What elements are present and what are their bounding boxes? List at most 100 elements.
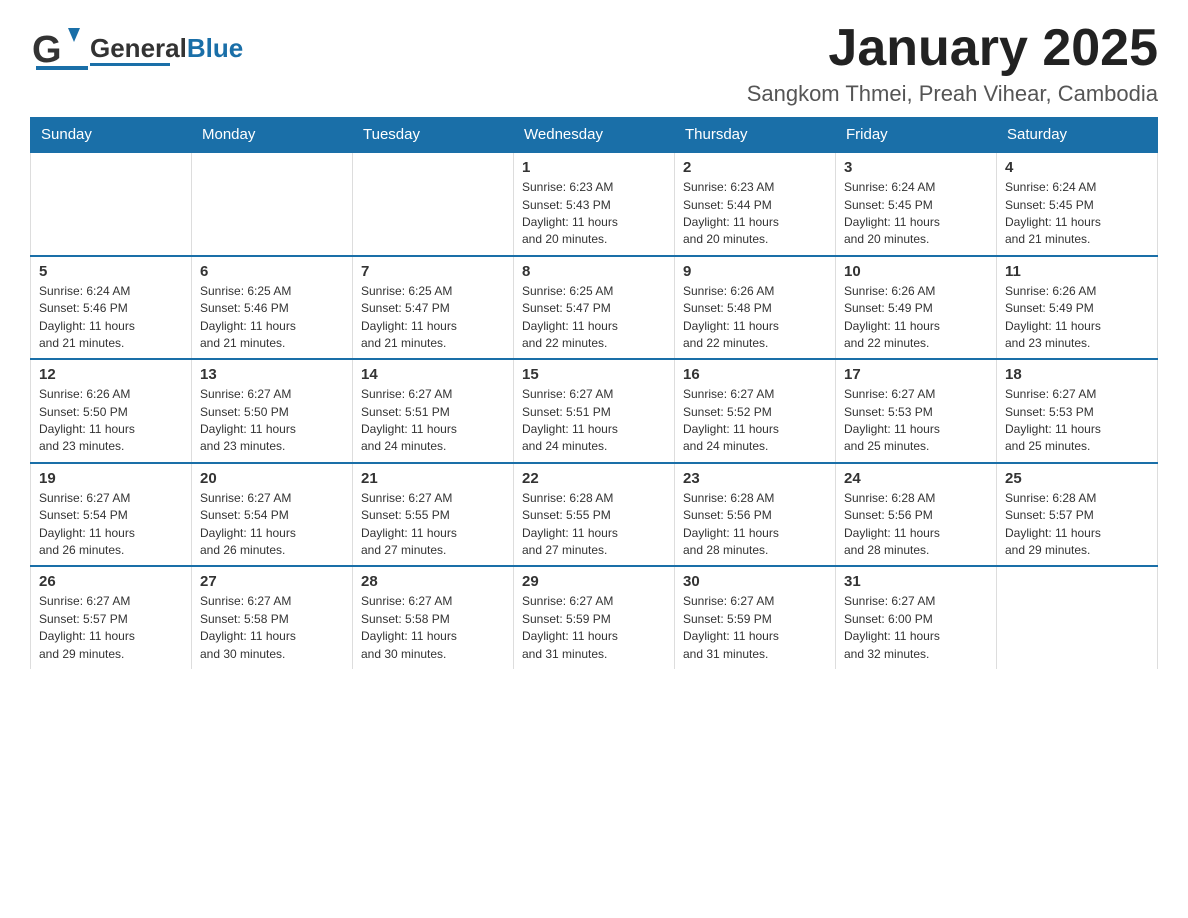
calendar-header-row: Sunday Monday Tuesday Wednesday Thursday… — [31, 118, 1158, 153]
table-row — [31, 152, 192, 256]
day-info: Sunrise: 6:26 AMSunset: 5:50 PMDaylight:… — [39, 386, 183, 456]
table-row: 20 Sunrise: 6:27 AMSunset: 5:54 PMDayligh… — [192, 463, 353, 567]
calendar-table: Sunday Monday Tuesday Wednesday Thursday… — [30, 117, 1158, 669]
day-info: Sunrise: 6:27 AMSunset: 5:54 PMDaylight:… — [200, 490, 344, 560]
day-info: Sunrise: 6:27 AMSunset: 5:59 PMDaylight:… — [683, 593, 827, 663]
table-row: 8Sunrise: 6:25 AMSunset: 5:47 PMDaylight… — [514, 256, 675, 360]
logo-text-block: GeneralBlue — [90, 34, 243, 66]
table-row: 29 Sunrise: 6:27 AMSunset: 5:59 PMDayligh… — [514, 566, 675, 669]
table-row: 15 Sunrise: 6:27 AMSunset: 5:51 PMDayligh… — [514, 359, 675, 463]
day-number: 4 — [1005, 159, 1149, 176]
table-row: 23 Sunrise: 6:28 AMSunset: 5:56 PMDayligh… — [675, 463, 836, 567]
svg-text:G: G — [32, 29, 62, 71]
day-number: 25 — [1005, 470, 1149, 487]
day-info: Sunrise: 6:24 AMSunset: 5:45 PMDaylight:… — [1005, 179, 1149, 249]
table-row: 5Sunrise: 6:24 AMSunset: 5:46 PMDaylight… — [31, 256, 192, 360]
table-row: 16Sunrise: 6:27 AMSunset: 5:52 PMDayligh… — [675, 359, 836, 463]
table-row: 12 Sunrise: 6:26 AMSunset: 5:50 PMDayligh… — [31, 359, 192, 463]
day-number: 7 — [361, 263, 505, 280]
table-row: 11 Sunrise: 6:26 AMSunset: 5:49 PMDayligh… — [997, 256, 1158, 360]
day-info: Sunrise: 6:27 AMSunset: 6:00 PMDaylight:… — [844, 593, 988, 663]
calendar-week-row: 1Sunrise: 6:23 AMSunset: 5:43 PMDaylight… — [31, 152, 1158, 256]
day-info: Sunrise: 6:26 AMSunset: 5:48 PMDaylight:… — [683, 283, 827, 353]
day-number: 20 — [200, 470, 344, 487]
logo-blue-text: Blue — [187, 33, 243, 63]
location-subtitle: Sangkom Thmei, Preah Vihear, Cambodia — [747, 81, 1158, 107]
month-year-title: January 2025 — [747, 20, 1158, 77]
table-row: 22 Sunrise: 6:28 AMSunset: 5:55 PMDayligh… — [514, 463, 675, 567]
day-info: Sunrise: 6:24 AMSunset: 5:46 PMDaylight:… — [39, 283, 183, 353]
col-monday: Monday — [192, 118, 353, 153]
day-number: 28 — [361, 573, 505, 590]
day-number: 18 — [1005, 366, 1149, 383]
table-row: 24 Sunrise: 6:28 AMSunset: 5:56 PMDayligh… — [836, 463, 997, 567]
day-info: Sunrise: 6:27 AMSunset: 5:51 PMDaylight:… — [361, 386, 505, 456]
day-info: Sunrise: 6:27 AMSunset: 5:53 PMDaylight:… — [1005, 386, 1149, 456]
table-row: 7 Sunrise: 6:25 AMSunset: 5:47 PMDaylight… — [353, 256, 514, 360]
calendar-week-row: 26Sunrise: 6:27 AMSunset: 5:57 PMDayligh… — [31, 566, 1158, 669]
day-info: Sunrise: 6:27 AMSunset: 5:58 PMDaylight:… — [361, 593, 505, 663]
logo-general-text: General — [90, 33, 187, 63]
day-info: Sunrise: 6:28 AMSunset: 5:56 PMDaylight:… — [683, 490, 827, 560]
day-info: Sunrise: 6:28 AMSunset: 5:56 PMDaylight:… — [844, 490, 988, 560]
day-info: Sunrise: 6:26 AMSunset: 5:49 PMDaylight:… — [1005, 283, 1149, 353]
calendar-week-row: 19Sunrise: 6:27 AMSunset: 5:54 PMDayligh… — [31, 463, 1158, 567]
table-row: 19Sunrise: 6:27 AMSunset: 5:54 PMDayligh… — [31, 463, 192, 567]
table-row: 21Sunrise: 6:27 AMSunset: 5:55 PMDayligh… — [353, 463, 514, 567]
day-info: Sunrise: 6:25 AMSunset: 5:47 PMDaylight:… — [522, 283, 666, 353]
day-number: 2 — [683, 159, 827, 176]
day-info: Sunrise: 6:28 AMSunset: 5:55 PMDaylight:… — [522, 490, 666, 560]
col-thursday: Thursday — [675, 118, 836, 153]
day-number: 1 — [522, 159, 666, 176]
col-sunday: Sunday — [31, 118, 192, 153]
col-wednesday: Wednesday — [514, 118, 675, 153]
table-row — [997, 566, 1158, 669]
table-row: 4 Sunrise: 6:24 AMSunset: 5:45 PMDaylight… — [997, 152, 1158, 256]
col-saturday: Saturday — [997, 118, 1158, 153]
day-number: 21 — [361, 470, 505, 487]
table-row — [353, 152, 514, 256]
col-tuesday: Tuesday — [353, 118, 514, 153]
table-row: 13Sunrise: 6:27 AMSunset: 5:50 PMDayligh… — [192, 359, 353, 463]
day-number: 16 — [683, 366, 827, 383]
table-row: 26Sunrise: 6:27 AMSunset: 5:57 PMDayligh… — [31, 566, 192, 669]
day-info: Sunrise: 6:27 AMSunset: 5:54 PMDaylight:… — [39, 490, 183, 560]
day-number: 3 — [844, 159, 988, 176]
col-friday: Friday — [836, 118, 997, 153]
day-number: 23 — [683, 470, 827, 487]
table-row — [192, 152, 353, 256]
day-number: 15 — [522, 366, 666, 383]
day-info: Sunrise: 6:24 AMSunset: 5:45 PMDaylight:… — [844, 179, 988, 249]
logo-icon: G — [30, 20, 90, 80]
day-number: 26 — [39, 573, 183, 590]
table-row: 28 Sunrise: 6:27 AMSunset: 5:58 PMDayligh… — [353, 566, 514, 669]
day-info: Sunrise: 6:26 AMSunset: 5:49 PMDaylight:… — [844, 283, 988, 353]
logo-general: GeneralBlue — [90, 34, 243, 63]
day-info: Sunrise: 6:27 AMSunset: 5:53 PMDaylight:… — [844, 386, 988, 456]
table-row: 6 Sunrise: 6:25 AMSunset: 5:46 PMDaylight… — [192, 256, 353, 360]
calendar-week-row: 5Sunrise: 6:24 AMSunset: 5:46 PMDaylight… — [31, 256, 1158, 360]
table-row: 25Sunrise: 6:28 AMSunset: 5:57 PMDayligh… — [997, 463, 1158, 567]
day-number: 9 — [683, 263, 827, 280]
day-info: Sunrise: 6:23 AMSunset: 5:44 PMDaylight:… — [683, 179, 827, 249]
table-row: 18 Sunrise: 6:27 AMSunset: 5:53 PMDayligh… — [997, 359, 1158, 463]
page-header: G GeneralBlue January 2025 Sangkom Thmei… — [30, 20, 1158, 107]
day-info: Sunrise: 6:25 AMSunset: 5:46 PMDaylight:… — [200, 283, 344, 353]
day-number: 24 — [844, 470, 988, 487]
day-number: 6 — [200, 263, 344, 280]
day-number: 29 — [522, 573, 666, 590]
day-info: Sunrise: 6:25 AMSunset: 5:47 PMDaylight:… — [361, 283, 505, 353]
day-info: Sunrise: 6:27 AMSunset: 5:51 PMDaylight:… — [522, 386, 666, 456]
day-number: 27 — [200, 573, 344, 590]
logo: G GeneralBlue — [30, 20, 243, 80]
day-info: Sunrise: 6:27 AMSunset: 5:59 PMDaylight:… — [522, 593, 666, 663]
day-number: 22 — [522, 470, 666, 487]
calendar-week-row: 12 Sunrise: 6:26 AMSunset: 5:50 PMDayligh… — [31, 359, 1158, 463]
title-block: January 2025 Sangkom Thmei, Preah Vihear… — [747, 20, 1158, 107]
day-number: 11 — [1005, 263, 1149, 280]
table-row: 27Sunrise: 6:27 AMSunset: 5:58 PMDayligh… — [192, 566, 353, 669]
day-number: 12 — [39, 366, 183, 383]
table-row: 3 Sunrise: 6:24 AMSunset: 5:45 PMDaylight… — [836, 152, 997, 256]
table-row: 10Sunrise: 6:26 AMSunset: 5:49 PMDayligh… — [836, 256, 997, 360]
day-number: 14 — [361, 366, 505, 383]
